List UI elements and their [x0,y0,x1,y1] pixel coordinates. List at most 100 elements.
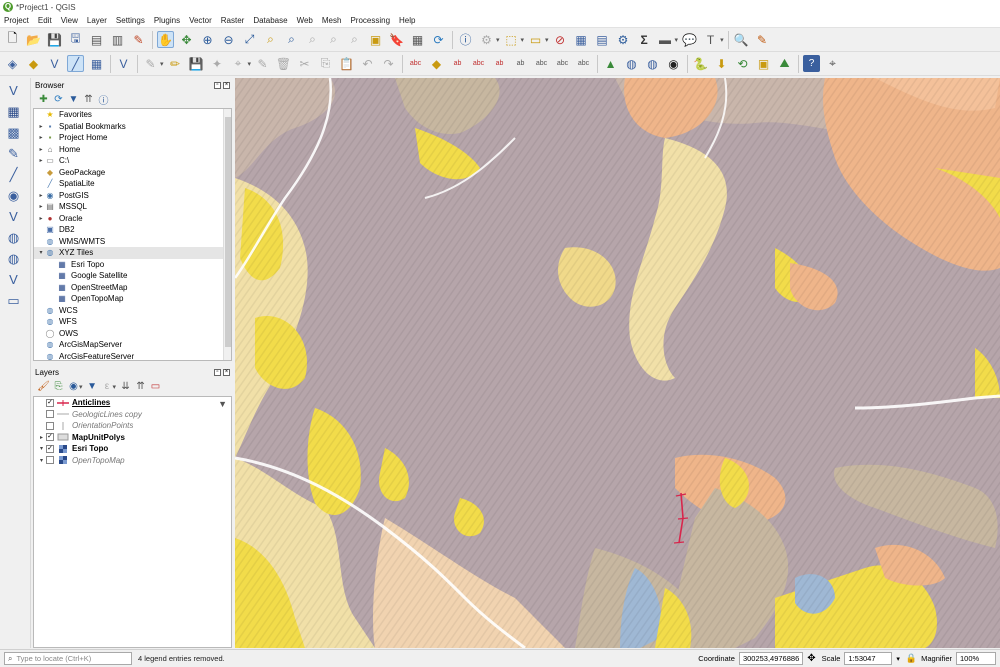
print-layout-icon[interactable]: ▤ [88,31,105,48]
browser-item[interactable]: ▸ ▭ C:\ [34,155,231,167]
expand-arrow-icon[interactable]: ▸ [37,203,45,210]
locator-search-field[interactable]: ⌕ Type to locate (Ctrl+K) [4,652,132,665]
add-virtual-layer-icon[interactable]: V [5,208,22,225]
plugin-sync-icon[interactable]: ⟲ [734,55,751,72]
measure-line-icon[interactable]: ▬ [657,31,674,48]
expand-arrow-icon[interactable]: ▸ [37,215,45,222]
expand-arrow-icon[interactable]: ▾ [37,457,46,464]
pan-to-selection-icon[interactable]: ✥ [178,31,195,48]
identify-features-icon[interactable]: ⓘ [457,31,474,48]
browser-scrollbar[interactable] [223,109,231,360]
toggle-extents-icon[interactable]: ✥ [807,653,815,664]
layer-row[interactable]: ✓ Anticlines [34,397,231,409]
scale-field[interactable]: 1:53047 [844,652,893,665]
crosshair-icon[interactable]: ⌖ [824,55,841,72]
attribute-table-icon[interactable]: ▦ [573,31,590,48]
browser-item[interactable]: ◍ WMS/WMTS [34,236,231,248]
chevron-down-icon[interactable]: ▾ [248,60,252,68]
menu-help[interactable]: Help [399,16,415,25]
highlight-labels-icon[interactable]: abc [470,55,487,72]
zoom-to-layer-icon[interactable]: ⌕ [283,31,300,48]
add-group-icon[interactable]: ⎘ [52,380,65,393]
expand-arrow-icon[interactable]: ▾ [37,445,46,452]
browser-item[interactable]: ▦ Google Satellite [34,270,231,282]
vertex-tool-icon[interactable]: ⌖ [230,55,247,72]
layer-visibility-checkbox[interactable] [46,421,54,430]
browser-item[interactable]: ▦ Esri Topo [34,259,231,271]
filter-icon[interactable]: ▼ [67,93,80,106]
map-canvas[interactable] [235,78,1000,648]
refresh-icon[interactable]: ⟳ [52,93,65,106]
chevron-down-icon[interactable]: ▾ [113,383,117,391]
add-mesh-layer-icon[interactable]: ▩ [5,124,22,141]
layer-labeling-icon[interactable]: ◆ [428,55,445,72]
browser-item[interactable]: ▸ ◉ PostGIS [34,190,231,202]
current-edits-icon[interactable]: ✎ [142,55,159,72]
add-selected-layers-icon[interactable]: ✚ [37,93,50,106]
browser-item[interactable]: ◍ WFS [34,316,231,328]
chevron-down-icon[interactable]: ▾ [496,36,500,44]
open-layer-styling-icon[interactable]: 🖌 [37,380,50,393]
browser-item[interactable]: ╱ SpatiaLite [34,178,231,190]
menu-mesh[interactable]: Mesh [322,16,342,25]
new-bookmark-icon[interactable]: 🔖 [388,31,405,48]
label-properties-icon[interactable]: abc [575,55,592,72]
browser-item[interactable]: ▸ ▪ Project Home [34,132,231,144]
new-map-view-icon[interactable]: ▣ [367,31,384,48]
select-features-icon[interactable]: ⬚ [503,31,520,48]
browser-item[interactable]: ◍ WCS [34,305,231,317]
pan-hand-icon[interactable]: ✋ [157,31,174,48]
expand-all-icon[interactable]: ⇊ [119,380,132,393]
layer-visibility-checkbox[interactable] [46,410,54,419]
geometry-checker-icon[interactable]: ▲ [602,55,619,72]
zoom-out-icon[interactable]: ⊖ [220,31,237,48]
chevron-down-icon[interactable]: ▾ [79,383,83,391]
lock-icon[interactable]: 🔒 [906,653,917,664]
add-vector-layer-icon[interactable]: V [46,55,63,72]
browser-item[interactable]: ★ Favorites [34,109,231,121]
add-wms-layer-icon[interactable]: V [115,55,132,72]
field-calculator-icon[interactable]: ▤ [594,31,611,48]
magnifier-field[interactable]: 100% [956,652,996,665]
select-by-value-icon[interactable]: ▭ [527,31,544,48]
browser-item[interactable]: ◍ ArcGisMapServer [34,339,231,351]
deselect-all-icon[interactable]: ⊘ [552,31,569,48]
add-delimited-text-icon[interactable]: ✎ [5,145,22,162]
db-manager-icon[interactable]: ⬇ [713,55,730,72]
plugin-folder-icon[interactable]: ▣ [755,55,772,72]
layer-visibility-checkbox[interactable]: ✓ [46,433,54,442]
paste-features-icon[interactable]: 📋 [338,55,355,72]
layer-row[interactable]: ▾ OpenTopoMap [34,455,231,467]
gps-tools-icon[interactable]: ◉ [665,55,682,72]
layer-row[interactable]: GeologicLines copy [34,409,231,421]
menu-database[interactable]: Database [253,16,287,25]
plugin-tool-icon[interactable]: ✎ [754,31,771,48]
statistical-summary-icon[interactable]: Σ [636,31,653,48]
data-source-manager-icon[interactable]: ◈ [4,55,21,72]
chevron-down-icon[interactable]: ▾ [720,36,724,44]
menu-raster[interactable]: Raster [221,16,245,25]
layer-row[interactable]: ▾ ✓ Esri Topo [34,443,231,455]
browser-item[interactable]: ▣ DB2 [34,224,231,236]
browser-item[interactable]: ▸ ▪ Spatial Bookmarks [34,121,231,133]
add-feature-icon[interactable]: ✦ [209,55,226,72]
browser-item[interactable]: ▸ ⌂ Home [34,144,231,156]
processing-toolbox-icon[interactable]: ⚙ [615,31,632,48]
move-label-icon[interactable]: ab [491,55,508,72]
expand-arrow-icon[interactable]: ▸ [37,157,45,164]
georeferencer-icon[interactable]: ◍ [623,55,640,72]
copy-features-icon[interactable]: ⎘ [317,55,334,72]
browser-item[interactable]: ▦ OpenStreetMap [34,282,231,294]
collapse-all-icon[interactable]: ⇈ [82,93,95,106]
menu-plugins[interactable]: Plugins [154,16,180,25]
delete-selected-icon[interactable]: 🗑 [275,55,292,72]
zoom-full-icon[interactable]: ⤢ [241,31,258,48]
label-toolbar-icon[interactable]: abc [407,55,424,72]
filter-legend-icon[interactable]: ▼ [86,380,99,393]
zoom-in-icon[interactable]: ⊕ [199,31,216,48]
menu-layer[interactable]: Layer [87,16,107,25]
save-edits-icon[interactable]: 💾 [188,55,205,72]
add-vector-layer-icon[interactable]: V [5,82,22,99]
pin-labels-icon[interactable]: ab [449,55,466,72]
info-icon[interactable]: ⓘ [97,93,110,107]
